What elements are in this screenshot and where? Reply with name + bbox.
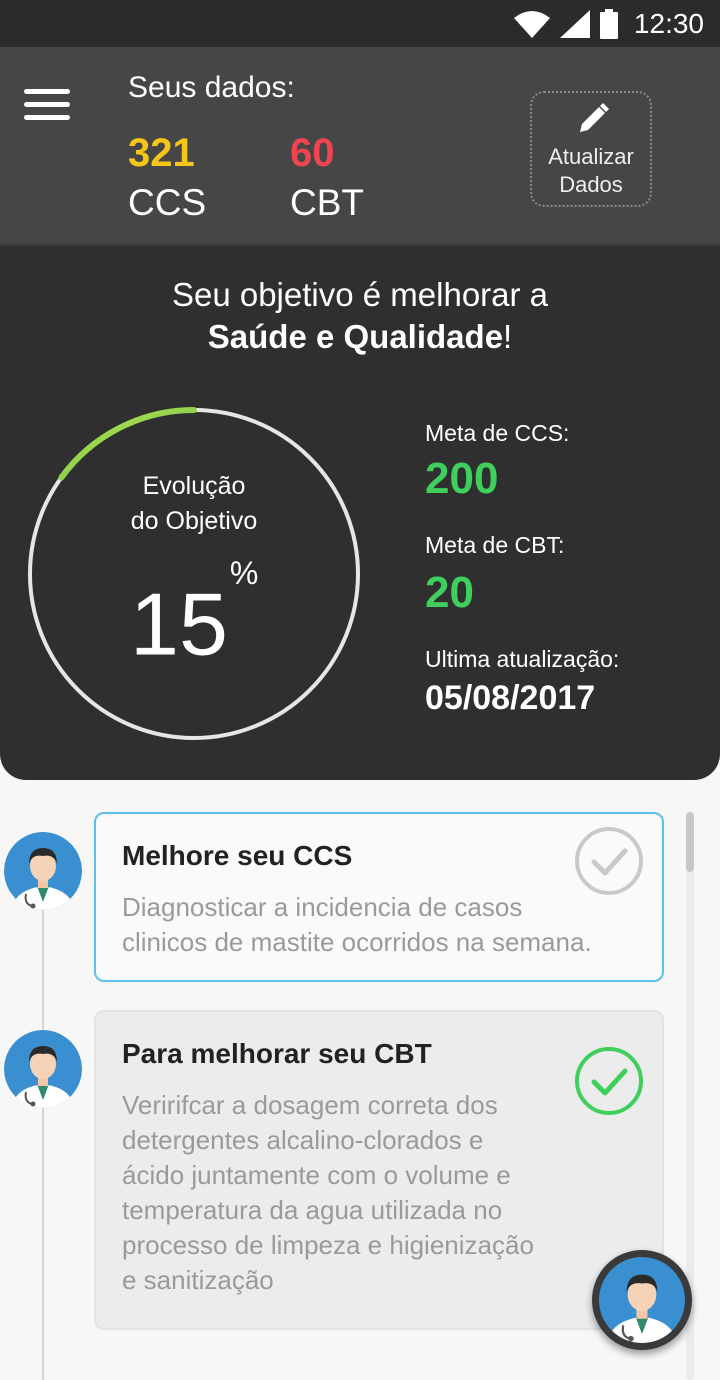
status-bar: 12:30 xyxy=(0,0,720,47)
goal-title-line1: Seu objetivo é melhorar a xyxy=(171,276,549,313)
doctor-avatar-icon xyxy=(4,1030,82,1108)
progress-value: 15% xyxy=(130,555,258,669)
progress-number: 15 xyxy=(130,574,228,674)
progress-label-line2: do Objetivo xyxy=(130,507,258,535)
doctor-chat-button[interactable] xyxy=(592,1250,692,1350)
meta-cbt-label: Meta de CBT: xyxy=(425,532,565,558)
task-title: Melhore seu CCS xyxy=(122,840,353,871)
update-label-line1: Atualizar xyxy=(548,144,634,169)
status-time: 12:30 xyxy=(633,8,704,39)
battery-icon xyxy=(599,9,618,39)
wifi-icon xyxy=(513,11,550,38)
progress-label-line1: Evolução xyxy=(142,472,246,500)
update-data-button[interactable]: Atualizar Dados xyxy=(530,91,652,207)
task-desc-line: detergentes alcalino-clorados e xyxy=(122,1125,484,1155)
task-desc-line: Diagnosticar a incidencia de casos xyxy=(122,892,523,922)
update-label-line2: Dados xyxy=(559,172,623,197)
progress-unit: % xyxy=(229,555,259,591)
task-desc-line: temperatura da agua utilizada no xyxy=(122,1195,503,1225)
signal-icon xyxy=(559,10,590,38)
last-update-value: 05/08/2017 xyxy=(425,679,596,717)
task-desc-line: clinicos de mastite ocorridos na semana. xyxy=(122,927,592,957)
cbt-label: CBT xyxy=(290,182,364,223)
task-desc-line: Veririfcar a dosagem correta dos xyxy=(122,1090,498,1120)
doctor-avatar-icon xyxy=(599,1257,685,1343)
menu-icon[interactable] xyxy=(24,89,70,123)
pencil-icon xyxy=(580,103,609,132)
meta-ccs-label: Meta de CCS: xyxy=(425,420,570,446)
ccs-value: 321 xyxy=(128,131,195,175)
goal-title-end: ! xyxy=(503,318,513,355)
last-update-label: Ultima atualização: xyxy=(425,646,620,672)
header-title: Seus dados: xyxy=(128,71,295,104)
meta-cbt-value: 20 xyxy=(425,568,474,617)
ccs-label: CCS xyxy=(128,182,207,223)
task-card-ccs[interactable]: Melhore seu CCS Diagnosticar a incidenci… xyxy=(94,812,664,982)
goal-panel: Seu objetivo é melhorar a Saúde e Qualid… xyxy=(0,246,720,780)
scrollbar-thumb[interactable] xyxy=(686,812,694,872)
meta-ccs-value: 200 xyxy=(425,454,499,503)
task-desc-line: e sanitização xyxy=(122,1265,274,1295)
cbt-value: 60 xyxy=(290,131,335,175)
task-title: Para melhorar seu CBT xyxy=(122,1038,432,1069)
goal-title-bold: Saúde e Qualidade xyxy=(207,318,504,355)
task-desc-line: ácido juntamente com o volume e xyxy=(122,1160,511,1190)
progress-arc xyxy=(58,407,197,481)
task-desc-line: processo de limpeza e higienização xyxy=(122,1230,534,1260)
task-card-cbt[interactable]: Para melhorar seu CBT Veririfcar a dosag… xyxy=(94,1010,664,1330)
goal-title: Seu objetivo é melhorar a Saúde e Qualid… xyxy=(0,274,720,358)
check-circle-icon[interactable] xyxy=(574,1046,644,1116)
header: Seus dados: 321 CCS 60 CBT Atualizar Dad… xyxy=(0,47,720,246)
timeline-line xyxy=(42,870,44,1380)
doctor-avatar-icon xyxy=(4,832,82,910)
check-circle-icon[interactable] xyxy=(574,826,644,896)
